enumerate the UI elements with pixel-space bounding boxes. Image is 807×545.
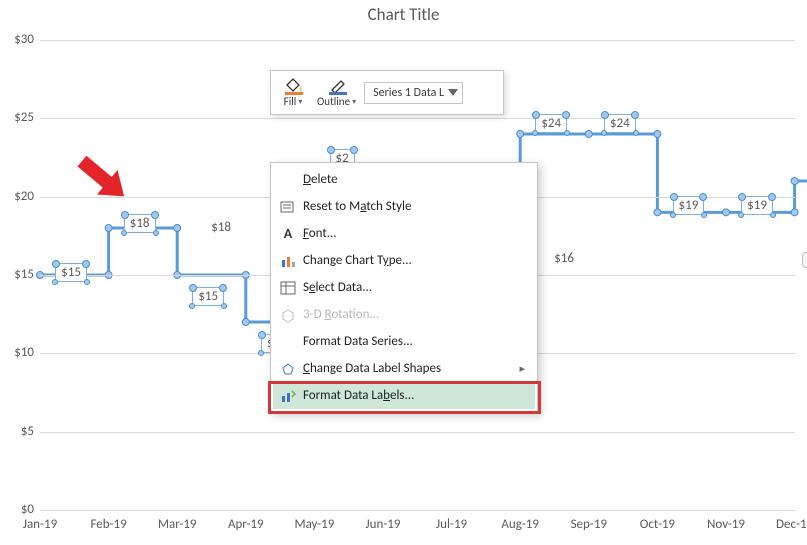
mini-format-toolbar: Fill▾ Outline▾ Series 1 Data L (270, 70, 504, 115)
paint-bucket-icon (283, 77, 303, 95)
fill-button[interactable]: Fill▾ (277, 75, 309, 110)
data-label[interactable]: $15 (192, 287, 224, 306)
menu-3d-rotation: 3-D Rotation... (273, 301, 535, 328)
outline-label: Outline (317, 95, 350, 108)
data-label[interactable]: $18 (124, 214, 156, 233)
outline-button[interactable]: Outline▾ (311, 75, 362, 110)
menu-select-data[interactable]: Select Data... (273, 274, 535, 301)
data-label[interactable]: $18 (211, 220, 231, 235)
gridline (40, 40, 795, 41)
y-axis-tick: $0 (2, 502, 34, 517)
data-label[interactable]: $24 (604, 114, 636, 133)
cube-icon (273, 308, 303, 322)
menu-format-data-labels[interactable]: Format Data Labels... (273, 382, 535, 409)
chart-type-icon (273, 254, 303, 268)
font-icon: A (273, 225, 303, 242)
x-axis-tick: Mar-19 (147, 517, 207, 532)
format-labels-icon (273, 389, 303, 403)
x-axis-tick: Aug-19 (490, 517, 550, 532)
x-axis-tick: Jul-19 (422, 517, 482, 532)
y-axis-tick: $30 (2, 32, 34, 47)
y-axis-tick: $10 (2, 345, 34, 360)
menu-change-chart-type[interactable]: Change Chart Type... (273, 247, 535, 274)
chart-title[interactable]: Chart Title (0, 4, 807, 25)
data-label[interactable]: $19 (673, 196, 705, 215)
pen-outline-icon (327, 77, 347, 95)
shape-icon (273, 362, 303, 376)
context-menu: Delete Reset to Match Style A Font... Ch… (270, 162, 538, 413)
chevron-down-icon (448, 89, 458, 96)
y-axis-tick: $15 (2, 267, 34, 282)
chart-area: Chart Title $0 $5 $10 $15 $20 $25 $30 Jan-19 Feb… (0, 0, 807, 545)
menu-delete[interactable]: Delete (273, 166, 535, 193)
reset-style-icon (273, 200, 303, 214)
data-label[interactable]: $15 (55, 263, 87, 282)
gridline (40, 118, 795, 119)
gridline (40, 510, 795, 511)
menu-format-data-series[interactable]: Format Data Series... (273, 328, 535, 355)
menu-delete-rest: elete (311, 172, 338, 187)
x-axis-tick: Jun-19 (353, 517, 413, 532)
x-axis-tick: Oct-19 (627, 517, 687, 532)
gridline (40, 432, 795, 433)
y-axis-tick: $20 (2, 189, 34, 204)
x-axis-tick: Dec-19 (765, 517, 807, 532)
x-axis-tick: Feb-19 (79, 517, 139, 532)
menu-change-data-label-shapes[interactable]: Change Data Label Shapes ▸ (273, 355, 535, 382)
x-axis-tick: Apr-19 (216, 517, 276, 532)
data-label[interactable]: $24 (535, 114, 567, 133)
expand-handle[interactable] (802, 252, 807, 268)
menu-reset-match-style[interactable]: Reset to Match Style (273, 193, 535, 220)
select-data-icon (273, 281, 303, 295)
selector-text: Series 1 Data L (373, 86, 444, 100)
menu-font[interactable]: A Font... (273, 220, 535, 247)
y-axis-tick: $5 (2, 424, 34, 439)
data-label[interactable]: $16 (554, 251, 574, 266)
submenu-arrow-icon: ▸ (519, 362, 525, 375)
data-label[interactable]: $19 (741, 196, 773, 215)
x-axis-tick: Nov-19 (696, 517, 756, 532)
y-axis-tick: $25 (2, 110, 34, 125)
chart-element-selector[interactable]: Series 1 Data L (364, 82, 463, 104)
x-axis-tick: Jan-19 (10, 517, 70, 532)
x-axis-tick: May-19 (284, 517, 344, 532)
x-axis-tick: Sep-19 (559, 517, 619, 532)
fill-label: Fill (284, 95, 297, 108)
